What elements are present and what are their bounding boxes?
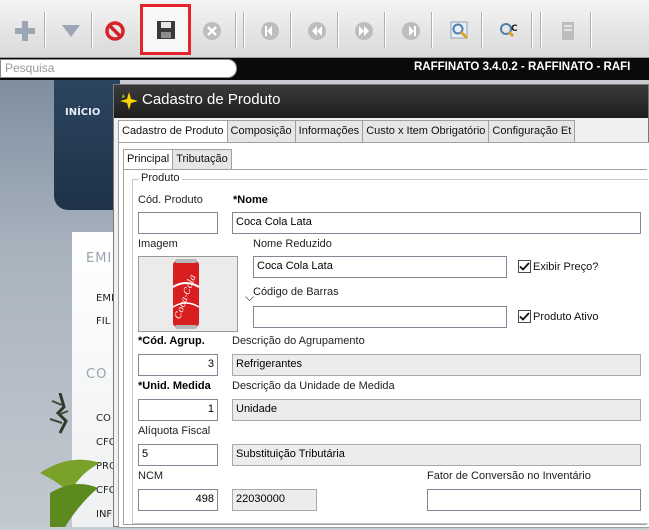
checkbox-icon xyxy=(518,310,531,323)
toolbar-separator xyxy=(337,12,339,48)
sub-tabs: Principal Tributação xyxy=(123,149,232,170)
product-group: Produto Cód. Produto *Nome Coca Cola Lat… xyxy=(132,172,648,524)
product-dialog: Cadastro de Produto Cadastro de Produto … xyxy=(113,84,649,528)
coca-cola-can-icon: Coca-Cola xyxy=(172,259,200,329)
ncm-field: 22030000 xyxy=(232,489,317,511)
delete-button[interactable] xyxy=(197,16,227,46)
search-placeholder: Pesquisa xyxy=(5,61,55,75)
aliquota-label: Alíquota Fiscal xyxy=(138,425,211,437)
dialog-title-bar[interactable]: Cadastro de Produto xyxy=(114,85,648,118)
desc-agrup-field: Refrigerantes xyxy=(232,354,641,376)
aliquota-desc-field: Substituição Tributária xyxy=(232,444,641,466)
cod-produto-label: Cód. Produto xyxy=(138,194,203,206)
cod-agrup-input[interactable]: 3 xyxy=(138,354,218,376)
save-button[interactable] xyxy=(140,4,191,55)
report-icon xyxy=(562,22,574,40)
fator-label: Fator de Conversão no Inventário xyxy=(427,470,591,482)
toolbar-separator xyxy=(235,12,237,48)
main-toolbar: C xyxy=(0,0,649,58)
ncm-code-input[interactable]: 498 xyxy=(138,489,218,511)
cancel-button[interactable] xyxy=(100,16,130,46)
ncm-label: NCM xyxy=(138,470,164,482)
previous-record-icon xyxy=(308,22,326,40)
desc-agrup-label: Descrição do Agrupamento xyxy=(232,335,365,347)
add-button[interactable] xyxy=(10,16,40,46)
next-record-icon xyxy=(355,22,373,40)
search-icon xyxy=(450,21,469,40)
exibir-preco-label: Exibir Preço? xyxy=(533,260,599,273)
toolbar-separator xyxy=(243,12,245,48)
desc-unid-field: Unidade xyxy=(232,399,641,421)
first-record-button[interactable] xyxy=(255,16,285,46)
tab-configuracao[interactable]: Configuração Et xyxy=(488,120,576,142)
svg-text:C: C xyxy=(511,24,518,34)
tab-custo-item[interactable]: Custo x Item Obrigatório xyxy=(362,120,490,142)
section-title: EMI xyxy=(86,251,113,266)
tab-tributacao[interactable]: Tributação xyxy=(172,149,232,169)
nome-reduzido-label: Nome Reduzido xyxy=(253,238,332,250)
toolbar-separator xyxy=(531,12,533,48)
delete-icon xyxy=(203,22,221,40)
first-record-icon xyxy=(261,22,279,40)
produto-ativo-checkbox[interactable]: Produto Ativo xyxy=(518,310,598,323)
inicio-tile[interactable] xyxy=(54,80,120,210)
search-input[interactable]: Pesquisa xyxy=(0,59,237,78)
main-tabs: Cadastro de Produto Composição Informaçõ… xyxy=(118,120,576,143)
plant-decoration-icon xyxy=(40,392,100,530)
nome-input[interactable]: Coca Cola Lata xyxy=(232,212,641,234)
search-button[interactable] xyxy=(445,16,475,46)
unid-medida-label: *Unid. Medida xyxy=(138,380,211,392)
app-title: RAFFINATO 3.4.0.2 - RAFFINATO - RAFI xyxy=(414,61,631,73)
toolbar-separator xyxy=(540,12,542,48)
cod-agrup-label: *Cód. Agrup. xyxy=(138,335,205,347)
codigo-barras-input[interactable] xyxy=(253,306,507,328)
tab-cadastro-produto[interactable]: Cadastro de Produto xyxy=(118,120,228,143)
nome-label: *Nome xyxy=(233,194,268,206)
tab-content: Principal Tributação Produto Cód. Produt… xyxy=(118,142,649,528)
filter-button[interactable] xyxy=(56,16,86,46)
exibir-preco-checkbox[interactable]: Exibir Preço? xyxy=(518,260,598,273)
toolbar-separator xyxy=(590,12,592,48)
toolbar-separator xyxy=(431,12,433,48)
sparkle-icon xyxy=(120,92,138,110)
last-record-button[interactable] xyxy=(396,16,426,46)
toolbar-separator xyxy=(290,12,292,48)
next-record-button[interactable] xyxy=(349,16,379,46)
produto-ativo-label: Produto Ativo xyxy=(533,310,599,323)
previous-record-button[interactable] xyxy=(302,16,332,46)
dialog-title: Cadastro de Produto xyxy=(142,91,281,108)
report-button[interactable] xyxy=(553,16,583,46)
desc-unid-label: Descrição da Unidade de Medida xyxy=(232,380,395,392)
checkbox-icon xyxy=(518,260,531,273)
toolbar-separator xyxy=(481,12,483,48)
subtab-content: Produto Cód. Produto *Nome Coca Cola Lat… xyxy=(123,169,648,525)
top-bar: Pesquisa RAFFINATO 3.4.0.2 - RAFFINATO -… xyxy=(0,58,649,80)
group-title: Produto xyxy=(139,172,182,184)
tab-principal[interactable]: Principal xyxy=(123,149,174,170)
cancel-icon xyxy=(105,21,125,41)
unid-medida-input[interactable]: 1 xyxy=(138,399,218,421)
add-icon xyxy=(15,21,35,41)
toolbar-separator xyxy=(44,12,46,48)
aliquota-input[interactable]: 5 xyxy=(138,444,218,466)
toolbar-separator xyxy=(384,12,386,48)
section-title: CO xyxy=(86,367,108,382)
search-code-button[interactable]: C xyxy=(494,16,524,46)
tab-informacoes[interactable]: Informações xyxy=(294,120,364,142)
fator-input[interactable] xyxy=(427,489,641,511)
codigo-barras-label: Código de Barras xyxy=(253,286,339,298)
menu-item[interactable]: FIL xyxy=(96,316,110,327)
save-icon xyxy=(156,20,175,39)
filter-icon xyxy=(62,25,80,37)
imagem-label: Imagem xyxy=(138,238,178,250)
nome-reduzido-input[interactable]: Coca Cola Lata xyxy=(253,256,507,278)
inicio-label: INÍCIO xyxy=(65,107,101,118)
search-code-icon: C xyxy=(500,23,518,38)
cod-produto-input[interactable] xyxy=(138,212,218,234)
toolbar-separator xyxy=(91,12,93,48)
last-record-icon xyxy=(402,22,420,40)
tab-composicao[interactable]: Composição xyxy=(226,120,296,142)
product-image[interactable]: Coca-Cola xyxy=(138,256,238,332)
